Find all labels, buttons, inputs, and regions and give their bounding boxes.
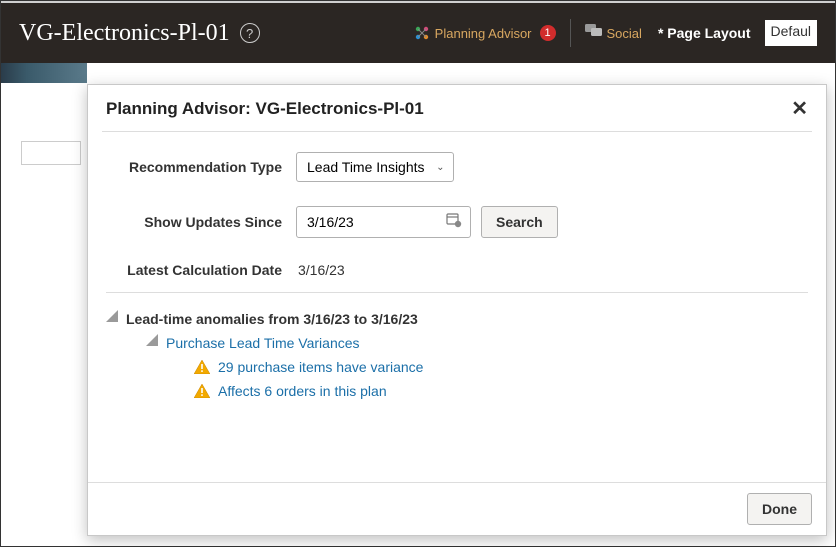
top-header-bar: VG-Electronics-Pl-01 ? Planning Advisor … xyxy=(1,1,835,63)
show-updates-value: 3/16/23 xyxy=(307,214,354,230)
accent-strip xyxy=(1,63,87,83)
page-layout-label: * Page Layout xyxy=(658,25,751,41)
close-icon[interactable]: ✕ xyxy=(791,99,808,119)
disclosure-triangle-icon[interactable] xyxy=(106,310,118,322)
planning-advisor-label: Planning Advisor xyxy=(435,26,532,41)
recommendation-type-select[interactable]: Lead Time Insights ⌄ xyxy=(296,152,454,182)
tree-root-label: Lead-time anomalies from 3/16/23 to 3/16… xyxy=(126,311,418,327)
tree-leaf-2[interactable]: Affects 6 orders in this plan xyxy=(106,379,808,403)
advisor-network-icon xyxy=(413,24,431,42)
recommendation-type-row: Recommendation Type Lead Time Insights ⌄ xyxy=(106,152,808,182)
recommendation-type-value: Lead Time Insights xyxy=(307,159,425,175)
tree-leaf-2-link[interactable]: Affects 6 orders in this plan xyxy=(218,383,387,399)
calendar-icon[interactable] xyxy=(446,212,462,232)
dialog-footer: Done xyxy=(88,482,826,535)
latest-calc-row: Latest Calculation Date 3/16/23 xyxy=(106,262,808,278)
warning-icon xyxy=(194,360,210,374)
background-input[interactable] xyxy=(21,141,81,165)
tree-child-link[interactable]: Purchase Lead Time Variances xyxy=(166,335,360,351)
page-title-text: VG-Electronics-Pl-01 xyxy=(19,20,230,47)
show-updates-label: Show Updates Since xyxy=(106,214,296,230)
warning-icon xyxy=(194,384,210,398)
tree-leaf-1[interactable]: 29 purchase items have variance xyxy=(106,355,808,379)
tree-root-node[interactable]: Lead-time anomalies from 3/16/23 to 3/16… xyxy=(106,307,808,331)
section-divider xyxy=(106,292,808,293)
social-link[interactable]: Social xyxy=(585,24,642,42)
planning-advisor-link[interactable]: Planning Advisor 1 xyxy=(413,24,556,42)
help-icon[interactable]: ? xyxy=(240,23,260,43)
latest-calc-label: Latest Calculation Date xyxy=(106,262,296,278)
header-right-group: Planning Advisor 1 Social * Page Layout … xyxy=(413,19,817,47)
chevron-down-icon: ⌄ xyxy=(436,162,444,173)
done-button[interactable]: Done xyxy=(747,493,812,525)
search-button[interactable]: Search xyxy=(481,206,558,238)
social-label: Social xyxy=(607,26,642,41)
anomalies-tree: Lead-time anomalies from 3/16/23 to 3/16… xyxy=(106,307,808,403)
advisor-badge-count: 1 xyxy=(540,25,556,41)
show-updates-row: Show Updates Since 3/16/23 Search xyxy=(106,206,808,238)
planning-advisor-dialog: Planning Advisor: VG-Electronics-Pl-01 ✕… xyxy=(87,84,827,536)
tree-child-node[interactable]: Purchase Lead Time Variances xyxy=(106,331,808,355)
chat-bubble-icon xyxy=(585,24,603,42)
disclosure-triangle-icon[interactable] xyxy=(146,334,158,346)
recommendation-type-label: Recommendation Type xyxy=(106,159,296,175)
page-title: VG-Electronics-Pl-01 ? xyxy=(19,20,260,47)
divider xyxy=(570,19,571,47)
dialog-header: Planning Advisor: VG-Electronics-Pl-01 ✕ xyxy=(88,85,826,131)
show-updates-date-input[interactable]: 3/16/23 xyxy=(296,206,471,238)
dialog-title: Planning Advisor: VG-Electronics-Pl-01 xyxy=(106,99,424,119)
latest-calc-value: 3/16/23 xyxy=(296,262,345,278)
page-layout-select[interactable]: Defaul xyxy=(765,20,817,46)
dialog-body: Recommendation Type Lead Time Insights ⌄… xyxy=(88,132,826,482)
tree-leaf-1-link[interactable]: 29 purchase items have variance xyxy=(218,359,423,375)
